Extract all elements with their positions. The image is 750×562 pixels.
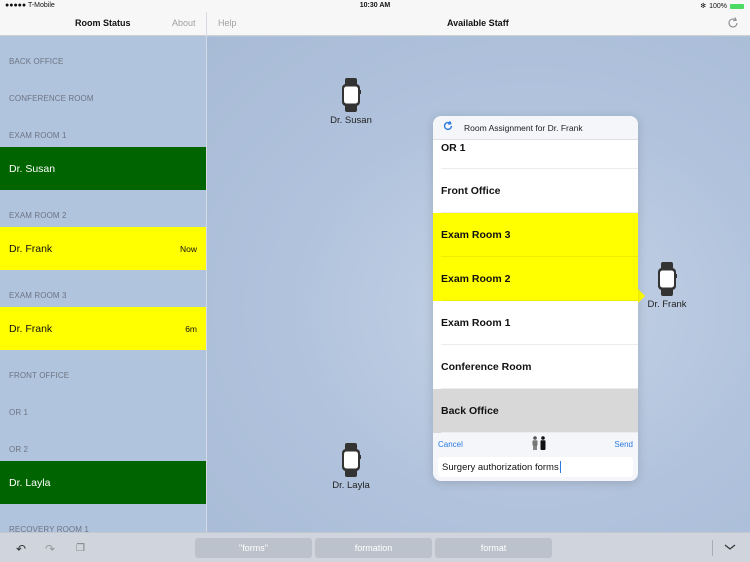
message-value: Surgery authorization forms bbox=[442, 461, 559, 473]
staff-name: Dr. Frank bbox=[9, 322, 53, 335]
popover-arrow bbox=[637, 288, 645, 304]
staff-name: Dr. Layla bbox=[9, 476, 51, 489]
room-status-nav-bar: Room Status About bbox=[0, 12, 206, 36]
section-back-office: BACK OFFICE bbox=[9, 57, 64, 66]
paste-icon[interactable]: ❐ bbox=[76, 543, 85, 554]
watch-icon bbox=[342, 78, 361, 112]
status-bar: ●●●●● T-Mobile 10:30 AM ✻ 100% bbox=[0, 0, 750, 12]
help-button[interactable]: Help bbox=[218, 18, 237, 28]
room-status-title: Room Status bbox=[75, 18, 131, 28]
section-exam-room-3: EXAM ROOM 3 bbox=[9, 291, 67, 300]
section-exam-room-2: EXAM ROOM 2 bbox=[9, 211, 67, 220]
undo-icon[interactable]: ↶ bbox=[16, 542, 26, 556]
refresh-icon[interactable] bbox=[726, 16, 740, 35]
redo-icon[interactable]: ↷ bbox=[45, 542, 55, 556]
room-option[interactable]: Conference Room bbox=[433, 345, 638, 389]
bluetooth-icon: ✻ bbox=[700, 3, 707, 10]
suggestion-2[interactable]: formation bbox=[315, 538, 432, 558]
staff-name: Dr. Frank bbox=[9, 242, 53, 255]
section-or-2: OR 2 bbox=[9, 445, 29, 454]
cancel-button[interactable]: Cancel bbox=[438, 440, 463, 449]
room-option[interactable]: Exam Room 2 bbox=[433, 257, 638, 301]
battery-indicator: ✻ 100% bbox=[700, 2, 744, 10]
staff-name: Dr. Susan bbox=[330, 115, 372, 126]
staff-pair-icon bbox=[531, 436, 547, 452]
battery-icon bbox=[730, 3, 744, 9]
staff-row[interactable]: Dr. Layla bbox=[0, 461, 206, 504]
available-staff-title: Available Staff bbox=[447, 18, 509, 28]
section-exam-room-1: EXAM ROOM 1 bbox=[9, 131, 67, 140]
room-status-list[interactable]: BACK OFFICE CONFERENCE ROOM EXAM ROOM 1 … bbox=[0, 36, 206, 532]
staff-row[interactable]: Dr. Frank 6m bbox=[0, 307, 206, 350]
room-option[interactable]: Back Office bbox=[433, 389, 638, 433]
popover-footer: Cancel Send bbox=[433, 433, 638, 455]
staff-name: Dr. Frank bbox=[647, 299, 687, 310]
about-button[interactable]: About bbox=[172, 18, 196, 28]
room-option[interactable]: Front Office bbox=[433, 169, 638, 213]
section-front-office: FRONT OFFICE bbox=[9, 371, 70, 380]
popover-header: Room Assignment for Dr. Frank bbox=[433, 116, 638, 140]
watch-icon bbox=[658, 262, 677, 296]
text-caret bbox=[559, 461, 561, 473]
suggestion-3[interactable]: format bbox=[435, 538, 552, 558]
available-staff-nav-bar: Help Available Staff bbox=[207, 12, 750, 36]
dismiss-keyboard-icon[interactable] bbox=[724, 541, 736, 555]
message-input[interactable]: Surgery authorization forms bbox=[438, 457, 633, 477]
room-option[interactable]: Exam Room 1 bbox=[433, 301, 638, 345]
room-assignment-popover: Room Assignment for Dr. Frank OR 1 Front… bbox=[433, 116, 638, 481]
room-picker-list[interactable]: OR 1 Front Office Exam Room 3 Exam Room … bbox=[433, 140, 638, 433]
staff-watch-susan[interactable]: Dr. Susan bbox=[321, 78, 381, 126]
separator bbox=[712, 540, 713, 556]
room-option[interactable]: Exam Room 3 bbox=[433, 213, 638, 257]
send-button[interactable]: Send bbox=[614, 440, 633, 449]
staff-name: Dr. Layla bbox=[332, 480, 370, 491]
staff-time: 6m bbox=[185, 323, 197, 334]
section-recovery-room-1: RECOVERY ROOM 1 bbox=[9, 525, 89, 532]
staff-watch-layla[interactable]: Dr. Layla bbox=[321, 443, 381, 491]
status-time: 10:30 AM bbox=[359, 2, 391, 9]
section-conference-room: CONFERENCE ROOM bbox=[9, 94, 94, 103]
suggestion-1[interactable]: "forms" bbox=[195, 538, 312, 558]
staff-time: Now bbox=[179, 243, 197, 254]
popover-title: Room Assignment for Dr. Frank bbox=[464, 122, 583, 133]
room-option[interactable]: OR 1 bbox=[433, 140, 638, 169]
staff-row[interactable]: Dr. Susan bbox=[0, 147, 206, 190]
staff-row[interactable]: Dr. Frank Now bbox=[0, 227, 206, 270]
battery-percent: 100% bbox=[709, 2, 727, 10]
staff-watch-frank[interactable]: Dr. Frank bbox=[637, 262, 697, 310]
section-or-1: OR 1 bbox=[9, 408, 29, 417]
keyboard-shortcut-bar: ↶ ↷ ❐ "forms" formation format bbox=[0, 532, 750, 562]
refresh-icon[interactable] bbox=[442, 119, 454, 137]
watch-icon bbox=[342, 443, 361, 477]
staff-name: Dr. Susan bbox=[9, 162, 56, 175]
